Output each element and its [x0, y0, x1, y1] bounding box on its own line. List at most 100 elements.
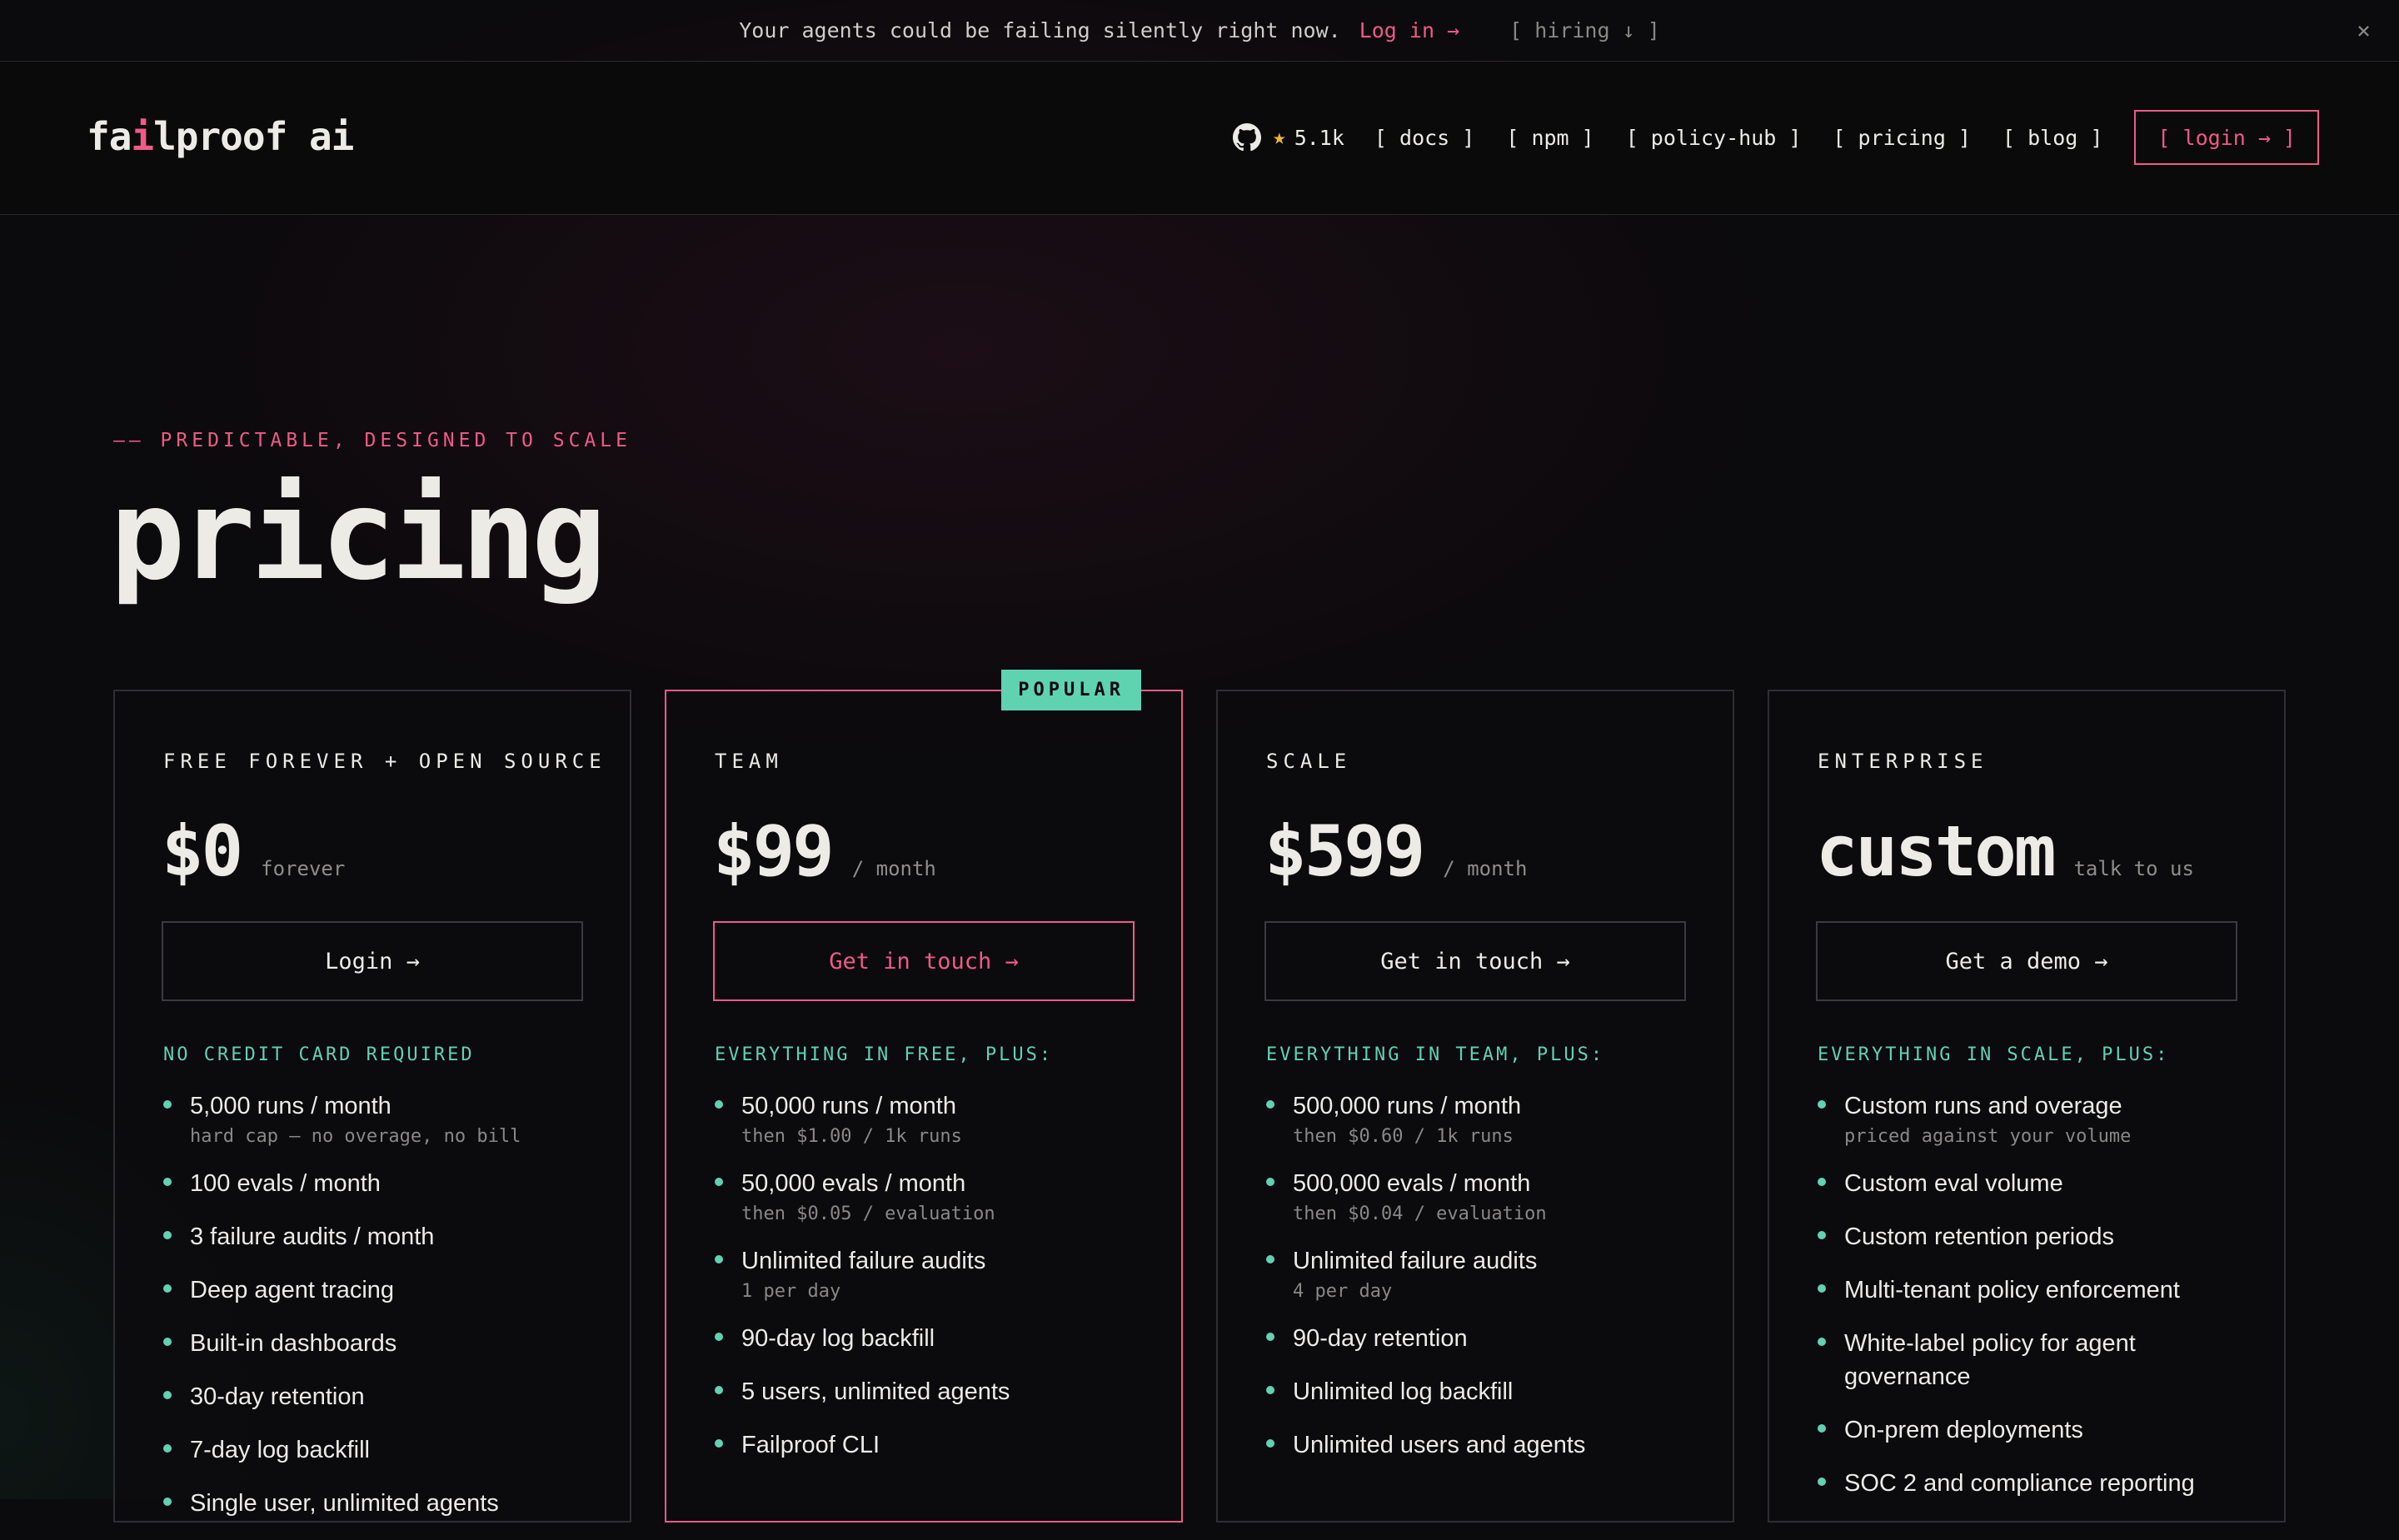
- includes-label: EVERYTHING IN SCALE, PLUS:: [1818, 1044, 2170, 1065]
- feature-text: Unlimited failure audits: [1293, 1248, 1538, 1274]
- feature-item: On-prem deployments: [1818, 1413, 2251, 1447]
- price-period: talk to us: [2073, 857, 2194, 880]
- feature-text: Custom runs and overage: [1844, 1093, 2122, 1119]
- feature-text: Unlimited log backfill: [1293, 1378, 1514, 1405]
- nav-pricing[interactable]: [ pricing ]: [1833, 126, 1971, 150]
- feature-item: Custom runs and overage priced against yo…: [1818, 1089, 2251, 1147]
- feature-list: Custom runs and overage priced against yo…: [1818, 1089, 2251, 1520]
- nav-blog[interactable]: [ blog ]: [2002, 126, 2102, 150]
- feature-note: then $1.00 / 1k runs: [741, 1126, 962, 1147]
- feature-item: 7-day log backfill: [163, 1433, 596, 1467]
- get-in-touch-button[interactable]: Get in touch →: [713, 921, 1135, 1001]
- announcement-login-link[interactable]: Log in →: [1359, 18, 1459, 42]
- price-period: / month: [1443, 857, 1528, 880]
- feature-item: Unlimited failure audits 1 per day: [715, 1244, 1148, 1302]
- feature-text: 50,000 evals / month: [741, 1170, 966, 1197]
- feature-text: Built-in dashboards: [190, 1330, 397, 1357]
- feature-text: Failproof CLI: [741, 1432, 880, 1458]
- hiring-link[interactable]: [ hiring ↓ ]: [1509, 18, 1660, 42]
- feature-text: 90-day retention: [1293, 1325, 1468, 1352]
- feature-item: 100 evals / month: [163, 1167, 596, 1200]
- logo-text-accent: i: [131, 114, 154, 159]
- tier-name: ENTERPRISE: [1818, 750, 1988, 773]
- tier-name: SCALE: [1266, 750, 1352, 773]
- feature-item: 500,000 evals / month then $0.04 / evalua…: [1266, 1167, 1699, 1224]
- feature-note: then $0.04 / evaluation: [1293, 1204, 1547, 1224]
- feature-item: Unlimited log backfill: [1266, 1375, 1699, 1408]
- feature-text: Unlimited failure audits: [741, 1248, 986, 1274]
- feature-text: Custom retention periods: [1844, 1224, 2114, 1250]
- feature-item: Unlimited users and agents: [1266, 1428, 1699, 1462]
- feature-text: 30-day retention: [190, 1383, 365, 1410]
- logo-text-end: lproof ai: [153, 114, 354, 159]
- feature-text: 90-day log backfill: [741, 1325, 935, 1352]
- nav-policy-hub[interactable]: [ policy-hub ]: [1626, 126, 1802, 150]
- feature-item: Custom eval volume: [1818, 1167, 2251, 1200]
- feature-item: Custom retention periods: [1818, 1220, 2251, 1253]
- star-icon: ★: [1273, 125, 1286, 150]
- popular-badge: POPULAR: [1001, 670, 1141, 710]
- feature-text: 50,000 runs / month: [741, 1093, 956, 1119]
- feature-text: 500,000 runs / month: [1293, 1093, 1522, 1119]
- page-title: pricing: [110, 463, 606, 608]
- pricing-card-scale: SCALE $599 / month Get in touch → EVERYT…: [1216, 690, 1734, 1523]
- feature-note: priced against your volume: [1844, 1126, 2132, 1147]
- feature-text: Multi-tenant policy enforcement: [1844, 1277, 2180, 1303]
- price-period: / month: [851, 857, 936, 880]
- feature-text: Deep agent tracing: [190, 1277, 395, 1303]
- price: $599: [1264, 810, 1425, 892]
- feature-item: 30-day retention: [163, 1380, 596, 1413]
- feature-text: 3 failure audits / month: [190, 1224, 435, 1250]
- feature-item: 90-day retention: [1266, 1322, 1699, 1355]
- tier-name: FREE FOREVER + OPEN SOURCE: [163, 750, 606, 773]
- feature-text: Single user, unlimited agents: [190, 1490, 499, 1517]
- feature-item: 5,000 runs / month hard cap — no overage,…: [163, 1089, 596, 1147]
- feature-note: then $0.05 / evaluation: [741, 1204, 995, 1224]
- feature-item: 3 failure audits / month: [163, 1220, 596, 1253]
- nav-docs[interactable]: [ docs ]: [1374, 126, 1474, 150]
- feature-note: 4 per day: [1293, 1281, 1393, 1302]
- feature-item: 90-day log backfill: [715, 1322, 1148, 1355]
- github-link[interactable]: ★ 5.1k: [1233, 123, 1344, 152]
- nav-npm[interactable]: [ npm ]: [1506, 126, 1594, 150]
- price-period: forever: [261, 857, 346, 880]
- close-icon[interactable]: ×: [2357, 17, 2371, 44]
- feature-note: 1 per day: [741, 1281, 841, 1302]
- get-a-demo-button[interactable]: Get a demo →: [1816, 921, 2237, 1001]
- price: $0: [162, 810, 243, 892]
- github-icon: [1233, 123, 1262, 152]
- logo[interactable]: failproof ai: [87, 114, 354, 159]
- github-stars: 5.1k: [1294, 125, 1344, 150]
- feature-item: SOC 2 and compliance reporting: [1818, 1467, 2251, 1500]
- feature-text: SOC 2 and compliance reporting: [1844, 1470, 2195, 1497]
- price-row: custom talk to us: [1816, 816, 2194, 886]
- price-row: $99 / month: [713, 816, 936, 886]
- feature-item: White-label policy for agent governance: [1818, 1327, 2251, 1393]
- header-login-button[interactable]: [ login → ]: [2134, 110, 2319, 165]
- feature-item: Single user, unlimited agents: [163, 1487, 596, 1520]
- logo-text-start: fa: [87, 114, 132, 159]
- pricing-card-free: FREE FOREVER + OPEN SOURCE $0 forever Lo…: [113, 690, 631, 1523]
- includes-label: EVERYTHING IN TEAM, PLUS:: [1266, 1044, 1605, 1065]
- pricing-eyebrow: —— PREDICTABLE, DESIGNED TO SCALE: [113, 430, 631, 451]
- feature-list: 5,000 runs / month hard cap — no overage,…: [163, 1089, 596, 1540]
- feature-text: 100 evals / month: [190, 1170, 381, 1197]
- tier-name: TEAM: [715, 750, 783, 773]
- price: custom: [1816, 810, 2056, 892]
- includes-label: NO CREDIT CARD REQUIRED: [163, 1044, 475, 1065]
- login-button[interactable]: Login →: [162, 921, 583, 1001]
- feature-text: White-label policy for agent governance: [1844, 1330, 2136, 1390]
- feature-text: 5 users, unlimited agents: [741, 1378, 1010, 1405]
- announcement-bar: Your agents could be failing silently ri…: [0, 0, 2399, 62]
- feature-item: Deep agent tracing: [163, 1273, 596, 1307]
- feature-item: 50,000 evals / month then $0.05 / evaluat…: [715, 1167, 1148, 1224]
- site-header: failproof ai ★ 5.1k [ docs ] [ npm ] [ p…: [0, 62, 2399, 215]
- feature-note: hard cap — no overage, no bill: [190, 1126, 521, 1147]
- feature-item: Unlimited failure audits 4 per day: [1266, 1244, 1699, 1302]
- main-nav: ★ 5.1k [ docs ] [ npm ] [ policy-hub ] […: [1233, 110, 2319, 165]
- announcement-message: Your agents could be failing silently ri…: [739, 18, 1341, 42]
- get-in-touch-button[interactable]: Get in touch →: [1264, 921, 1686, 1001]
- feature-item: 5 users, unlimited agents: [715, 1375, 1148, 1408]
- feature-item: Multi-tenant policy enforcement: [1818, 1273, 2251, 1307]
- feature-text: 7-day log backfill: [190, 1437, 370, 1463]
